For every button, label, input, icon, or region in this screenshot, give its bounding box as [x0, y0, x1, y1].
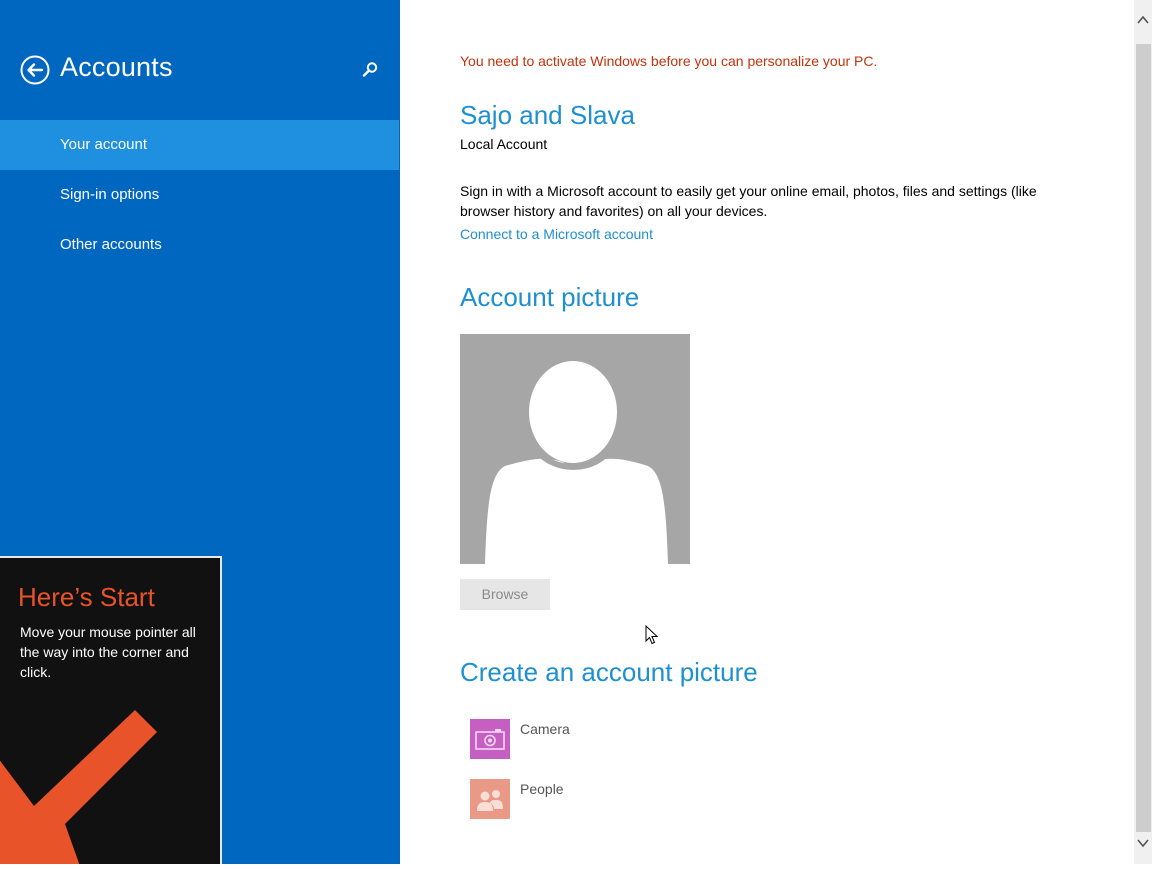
corner-arrow-icon [0, 710, 157, 864]
tip-title: Here’s Start [18, 582, 155, 612]
browse-button[interactable]: Browse [460, 579, 550, 610]
people-tile [470, 779, 510, 819]
account-type: Local Account [460, 136, 548, 152]
default-avatar-icon [485, 361, 668, 564]
microsoft-account-description: Sign in with a Microsoft account to easi… [460, 183, 1037, 219]
account-name: Sajo and Slava [460, 100, 635, 130]
chevron-down-icon [1137, 839, 1149, 848]
chevron-up-icon [1137, 15, 1149, 24]
page-title: Accounts [60, 52, 173, 82]
nav-item-other-accounts[interactable]: Other accounts [0, 220, 400, 270]
mouse-pointer-icon [645, 625, 659, 645]
search-button[interactable] [360, 60, 380, 80]
connect-microsoft-account-link[interactable]: Connect to a Microsoft account [460, 226, 653, 242]
people-label: People [520, 781, 564, 797]
account-picture [460, 334, 690, 564]
scroll-thumb[interactable] [1136, 44, 1151, 832]
back-arrow-circle-icon [20, 55, 50, 85]
search-icon [362, 62, 378, 77]
back-button[interactable] [20, 55, 50, 85]
camera-tile [470, 719, 510, 759]
create-account-picture-heading: Create an account picture [460, 657, 758, 687]
scroll-up-button[interactable] [1134, 0, 1152, 40]
camera-icon [475, 729, 505, 750]
camera-label: Camera [520, 721, 570, 737]
account-picture-heading: Account picture [460, 282, 640, 312]
camera-app-item[interactable]: Camera [470, 719, 670, 759]
tip-text: Move your mouse pointer all the way into… [20, 624, 196, 680]
vertical-scrollbar[interactable] [1134, 0, 1152, 864]
nav-list: Your account Sign-in options Other accou… [0, 120, 400, 270]
start-tip-callout: Here’s Start Move your mouse pointer all… [0, 556, 222, 864]
nav-item-your-account[interactable]: Your account [0, 120, 399, 170]
activation-warning: You need to activate Windows before you … [460, 53, 878, 69]
people-icon [477, 790, 503, 811]
scroll-down-button[interactable] [1134, 832, 1152, 864]
people-app-item[interactable]: People [470, 779, 670, 819]
nav-item-sign-in-options[interactable]: Sign-in options [0, 170, 400, 220]
